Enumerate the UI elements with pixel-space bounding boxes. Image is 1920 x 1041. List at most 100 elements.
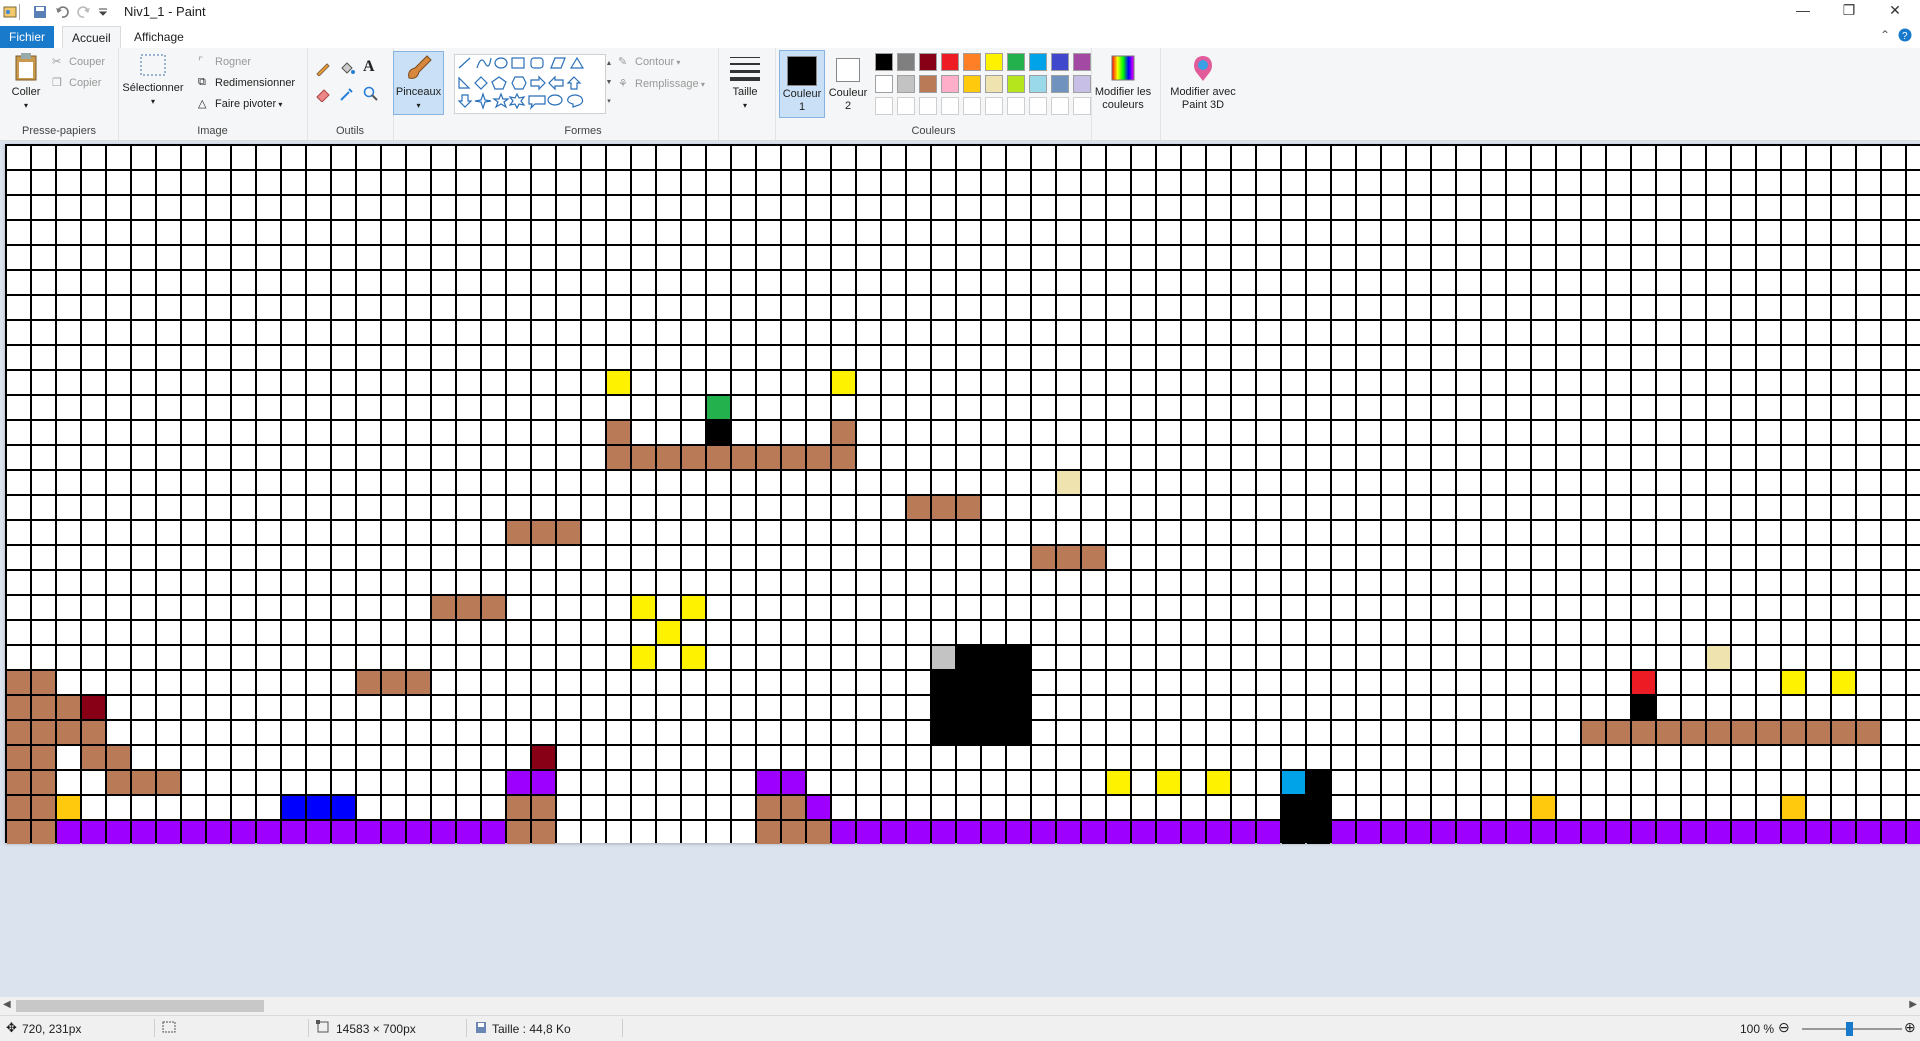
canvas-pixel xyxy=(1007,696,1030,719)
magnifier-icon[interactable] xyxy=(363,86,379,105)
palette-swatch[interactable] xyxy=(963,75,981,93)
brushes-dropdown-icon[interactable]: ▾ xyxy=(394,99,443,112)
palette-swatch[interactable] xyxy=(875,53,893,71)
shapes-scroll[interactable]: ▲ ▼ ▾ xyxy=(605,54,613,112)
color-wheel-icon xyxy=(1111,55,1135,81)
ribbon-divider xyxy=(1160,48,1161,140)
brushes-button[interactable]: Pinceaux ▾ xyxy=(393,51,444,115)
custom-color-slot[interactable] xyxy=(1007,97,1025,115)
palette-swatch[interactable] xyxy=(985,53,1003,71)
shapes-gallery[interactable] xyxy=(454,54,606,114)
canvas-pixel xyxy=(1657,821,1680,844)
paint3d-button[interactable]: Modifier avec Paint 3D xyxy=(1164,54,1242,112)
custom-color-slot[interactable] xyxy=(963,97,981,115)
edit-colors-button[interactable]: Modifier les couleurs xyxy=(1090,54,1156,112)
palette-swatch[interactable] xyxy=(897,53,915,71)
horizontal-scrollbar[interactable]: ◀ ▶ xyxy=(0,997,1920,1015)
palette-swatch[interactable] xyxy=(919,53,937,71)
minimize-button[interactable]: — xyxy=(1780,0,1826,22)
fill-button[interactable]: ⚘ Remplissage ▾ xyxy=(618,77,705,91)
zoom-in-icon[interactable]: ⊕ xyxy=(1904,1019,1916,1036)
custom-color-slot[interactable] xyxy=(897,97,915,115)
copy-button[interactable]: ❐ Copier xyxy=(52,76,101,90)
palette-swatch[interactable] xyxy=(897,75,915,93)
palette-swatch[interactable] xyxy=(1073,75,1091,93)
canvas-pixel xyxy=(1907,821,1920,844)
custom-color-slot[interactable] xyxy=(875,97,893,115)
text-tool-icon[interactable]: A xyxy=(363,58,375,76)
clipboard-group-label: Presse-papiers xyxy=(22,125,96,137)
palette-swatch[interactable] xyxy=(875,75,893,93)
canvas-pixel xyxy=(757,771,780,794)
paste-button[interactable]: Coller ▾ xyxy=(6,52,46,112)
canvas-pixel xyxy=(1632,671,1655,694)
palette-swatch[interactable] xyxy=(919,75,937,93)
palette-swatch[interactable] xyxy=(1051,75,1069,93)
customize-qat-icon[interactable] xyxy=(98,6,114,22)
crop-button[interactable]: ⌜ Rogner xyxy=(198,55,251,69)
canvas-pixel xyxy=(632,646,655,669)
color1-button[interactable]: Couleur 1 xyxy=(779,50,825,118)
size-dropdown-icon[interactable]: ▾ xyxy=(722,99,768,112)
palette-swatch[interactable] xyxy=(1007,53,1025,71)
tab-affichage[interactable]: Affichage xyxy=(125,26,193,48)
size-button[interactable]: Taille ▾ xyxy=(722,52,768,112)
zoom-slider[interactable] xyxy=(1802,1022,1902,1036)
palette-swatch[interactable] xyxy=(941,75,959,93)
canvas-pixel xyxy=(1882,821,1905,844)
tab-fichier[interactable]: Fichier xyxy=(0,26,55,48)
canvas-pixel xyxy=(1457,821,1480,844)
select-dropdown-icon[interactable]: ▾ xyxy=(122,95,184,108)
pencil-icon[interactable] xyxy=(315,60,331,79)
canvas-pixel xyxy=(32,771,55,794)
restore-button[interactable]: ❐ xyxy=(1826,0,1872,22)
canvas-pixel xyxy=(32,721,55,744)
select-button[interactable]: Sélectionner ▾ xyxy=(122,52,184,108)
cut-button[interactable]: ✂ Couper xyxy=(52,55,105,69)
canvas-pixel xyxy=(107,821,130,844)
scroll-right-icon[interactable]: ▶ xyxy=(1909,999,1917,1010)
custom-color-slot[interactable] xyxy=(985,97,1003,115)
redo-icon[interactable] xyxy=(76,4,92,20)
custom-color-slot[interactable] xyxy=(919,97,937,115)
canvas-pixel xyxy=(1357,821,1380,844)
zoom-slider-thumb[interactable] xyxy=(1846,1022,1853,1036)
palette-swatch[interactable] xyxy=(1029,75,1047,93)
canvas-pixel xyxy=(882,821,905,844)
fill-bucket-icon[interactable] xyxy=(339,60,355,79)
title-bar: Niv1_1 - Paint — ❐ ✕ xyxy=(0,0,1920,24)
palette-swatch[interactable] xyxy=(1007,75,1025,93)
drawing-canvas[interactable] xyxy=(5,144,1920,844)
custom-color-slot[interactable] xyxy=(1029,97,1047,115)
paint-app-icon[interactable] xyxy=(2,4,18,20)
palette-swatch[interactable] xyxy=(941,53,959,71)
palette-swatch[interactable] xyxy=(985,75,1003,93)
undo-icon[interactable] xyxy=(54,4,70,20)
rotate-button[interactable]: △ Faire pivoter ▾ xyxy=(198,97,282,111)
color-picker-icon[interactable] xyxy=(339,86,355,105)
palette-swatch[interactable] xyxy=(1073,53,1091,71)
scroll-left-icon[interactable]: ◀ xyxy=(3,999,11,1010)
palette-swatch[interactable] xyxy=(963,53,981,71)
canvas-pixel xyxy=(1382,821,1405,844)
palette-swatch[interactable] xyxy=(1029,53,1047,71)
scrollbar-thumb[interactable] xyxy=(16,1000,264,1012)
custom-color-slot[interactable] xyxy=(941,97,959,115)
canvas-pixel xyxy=(982,721,1005,744)
save-icon[interactable] xyxy=(32,4,48,20)
eraser-icon[interactable] xyxy=(315,86,331,105)
zoom-out-icon[interactable]: ⊖ xyxy=(1778,1019,1790,1036)
help-icon[interactable]: ? xyxy=(1898,28,1912,45)
outline-button[interactable]: ✎ Contour ▾ xyxy=(618,55,680,69)
custom-color-slot[interactable] xyxy=(1073,97,1091,115)
rotate-dropdown-icon[interactable]: ▾ xyxy=(276,100,282,109)
close-button[interactable]: ✕ xyxy=(1872,0,1918,22)
color2-button[interactable]: Couleur 2 xyxy=(826,50,870,116)
canvas-pixel xyxy=(1757,821,1780,844)
collapse-ribbon-icon[interactable]: ⌃ xyxy=(1880,28,1890,42)
resize-button[interactable]: ⧉ Redimensionner xyxy=(198,76,295,90)
tab-accueil[interactable]: Accueil xyxy=(62,26,121,49)
custom-color-slot[interactable] xyxy=(1051,97,1069,115)
paste-dropdown-icon[interactable]: ▾ xyxy=(6,99,46,112)
palette-swatch[interactable] xyxy=(1051,53,1069,71)
